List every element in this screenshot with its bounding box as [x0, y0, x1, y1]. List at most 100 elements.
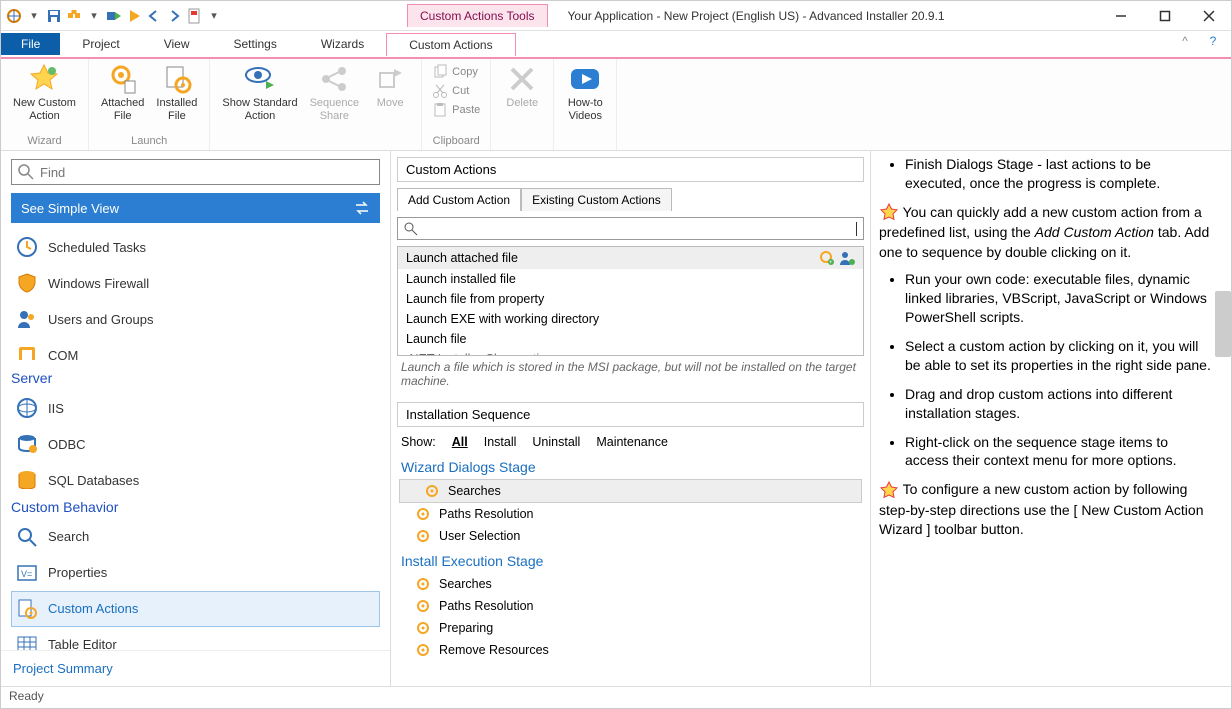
ribbon-collapse-icon[interactable]: ^: [1175, 34, 1195, 54]
close-button[interactable]: [1187, 2, 1231, 30]
window-title: Your Application - New Project (English …: [548, 9, 1100, 23]
list-item[interactable]: Launch EXE with working directory: [398, 309, 863, 329]
search-icon: [404, 222, 418, 236]
swap-icon: [354, 200, 370, 216]
see-simple-view-button[interactable]: See Simple View: [11, 193, 380, 223]
nav-table-editor[interactable]: Table Editor: [11, 627, 380, 650]
tab-project[interactable]: Project: [60, 33, 141, 55]
scrollbar-thumb[interactable]: [1215, 291, 1231, 357]
video-icon: [569, 63, 601, 95]
nav-odbc[interactable]: ODBC: [11, 426, 380, 462]
nav-scheduled-tasks[interactable]: Scheduled Tasks: [11, 229, 380, 265]
list-item[interactable]: Launch file from property: [398, 289, 863, 309]
stage-searches[interactable]: Searches: [399, 479, 862, 503]
tab-file[interactable]: File: [1, 33, 60, 55]
stage-paths[interactable]: Paths Resolution: [391, 503, 870, 525]
filter-uninstall[interactable]: Uninstall: [532, 435, 580, 449]
project-summary-link[interactable]: Project Summary: [1, 650, 390, 686]
paste-icon: [432, 102, 448, 118]
gear-icon: [415, 598, 431, 614]
list-item[interactable]: Launch installed file: [398, 269, 863, 289]
custom-action-list[interactable]: Launch attached file + Launch installed …: [397, 246, 864, 356]
move-icon: [374, 63, 406, 95]
filter-all[interactable]: All: [452, 435, 468, 449]
qat-dropdown2-icon[interactable]: ▾: [85, 7, 103, 25]
maximize-button[interactable]: [1143, 2, 1187, 30]
filter-maintenance[interactable]: Maintenance: [596, 435, 668, 449]
show-standard-action-button[interactable]: Show Standard Action: [216, 61, 303, 125]
stage-remove-resources[interactable]: Remove Resources: [391, 639, 870, 661]
nav-iis[interactable]: IIS: [11, 390, 380, 426]
nav-windows-firewall[interactable]: Windows Firewall: [11, 265, 380, 301]
gear-add-icon[interactable]: +: [819, 250, 835, 266]
qat-more-icon[interactable]: ▾: [205, 7, 223, 25]
eye-gear-icon: [244, 63, 276, 95]
person-add-icon[interactable]: [839, 250, 855, 266]
status-bar: Ready: [1, 686, 1231, 708]
magnifier-icon: [16, 526, 38, 548]
nav-search[interactable]: Search: [11, 519, 380, 555]
pdf-icon[interactable]: [185, 7, 203, 25]
build-icon[interactable]: [65, 7, 83, 25]
forward-icon[interactable]: [165, 7, 183, 25]
share-icon: [318, 63, 350, 95]
com-icon: [16, 344, 38, 360]
find-input-container[interactable]: [11, 159, 380, 185]
qat-dropdown-icon[interactable]: ▾: [25, 7, 43, 25]
nav-users-groups[interactable]: Users and Groups: [11, 301, 380, 337]
contextual-tool-tab: Custom Actions Tools: [407, 4, 548, 27]
group-wizard-label: Wizard: [7, 133, 82, 150]
help-text: Drag and drop custom actions into differ…: [905, 385, 1215, 423]
list-item[interactable]: .NET Installer Class action: [398, 349, 863, 356]
tab-custom-actions[interactable]: Custom Actions: [386, 33, 515, 56]
nav-sql[interactable]: SQL Databases: [11, 462, 380, 488]
gear-icon: [415, 506, 431, 522]
stage-user-selection[interactable]: User Selection: [391, 525, 870, 547]
delete-icon: [506, 63, 538, 95]
ca-search-input[interactable]: [422, 221, 858, 236]
section-server: Server: [1, 360, 390, 390]
tab-settings[interactable]: Settings: [212, 33, 299, 55]
database-icon: [16, 469, 38, 488]
tab-add-custom-action[interactable]: Add Custom Action: [397, 188, 521, 211]
ca-search-box[interactable]: [397, 217, 864, 240]
save-icon[interactable]: [45, 7, 63, 25]
list-item[interactable]: Launch attached file +: [398, 247, 863, 269]
installed-file-button[interactable]: Installed File: [150, 61, 203, 125]
nav-com[interactable]: COM: [11, 337, 380, 360]
help-text: Finish Dialogs Stage - last actions to b…: [905, 155, 1215, 193]
gear-icon: [424, 483, 440, 499]
tab-wizards[interactable]: Wizards: [299, 33, 386, 55]
wizard-star-icon: [28, 63, 60, 95]
tab-view[interactable]: View: [142, 33, 212, 55]
properties-icon: V=: [16, 562, 38, 584]
stage-paths-2[interactable]: Paths Resolution: [391, 595, 870, 617]
shield-icon: [16, 272, 38, 294]
stage-searches-2[interactable]: Searches: [391, 573, 870, 595]
help-text: Run your own code: executable files, dyn…: [905, 270, 1215, 327]
filter-install[interactable]: Install: [484, 435, 517, 449]
star-tip-icon: [879, 481, 899, 501]
find-input[interactable]: [40, 165, 373, 180]
howto-videos-button[interactable]: How-to Videos: [560, 61, 610, 125]
new-custom-action-button[interactable]: New Custom Action: [7, 61, 82, 125]
nav-properties[interactable]: V=Properties: [11, 555, 380, 591]
help-icon[interactable]: ?: [1203, 34, 1223, 54]
table-icon: [16, 634, 38, 650]
iis-icon: [16, 397, 38, 419]
play-icon[interactable]: [125, 7, 143, 25]
gear-icon: [415, 620, 431, 636]
back-icon[interactable]: [145, 7, 163, 25]
stage-preparing[interactable]: Preparing: [391, 617, 870, 639]
minimize-button[interactable]: [1099, 2, 1143, 30]
tab-existing-custom-actions[interactable]: Existing Custom Actions: [521, 188, 672, 211]
installed-file-icon: [161, 63, 193, 95]
attached-file-button[interactable]: Attached File: [95, 61, 150, 125]
list-item[interactable]: Launch file: [398, 329, 863, 349]
users-icon: [16, 308, 38, 330]
paste-button: Paste: [428, 101, 484, 119]
search-icon: [18, 164, 34, 180]
nav-custom-actions[interactable]: Custom Actions: [11, 591, 380, 627]
run-icon[interactable]: [105, 7, 123, 25]
gear-icon: [415, 528, 431, 544]
